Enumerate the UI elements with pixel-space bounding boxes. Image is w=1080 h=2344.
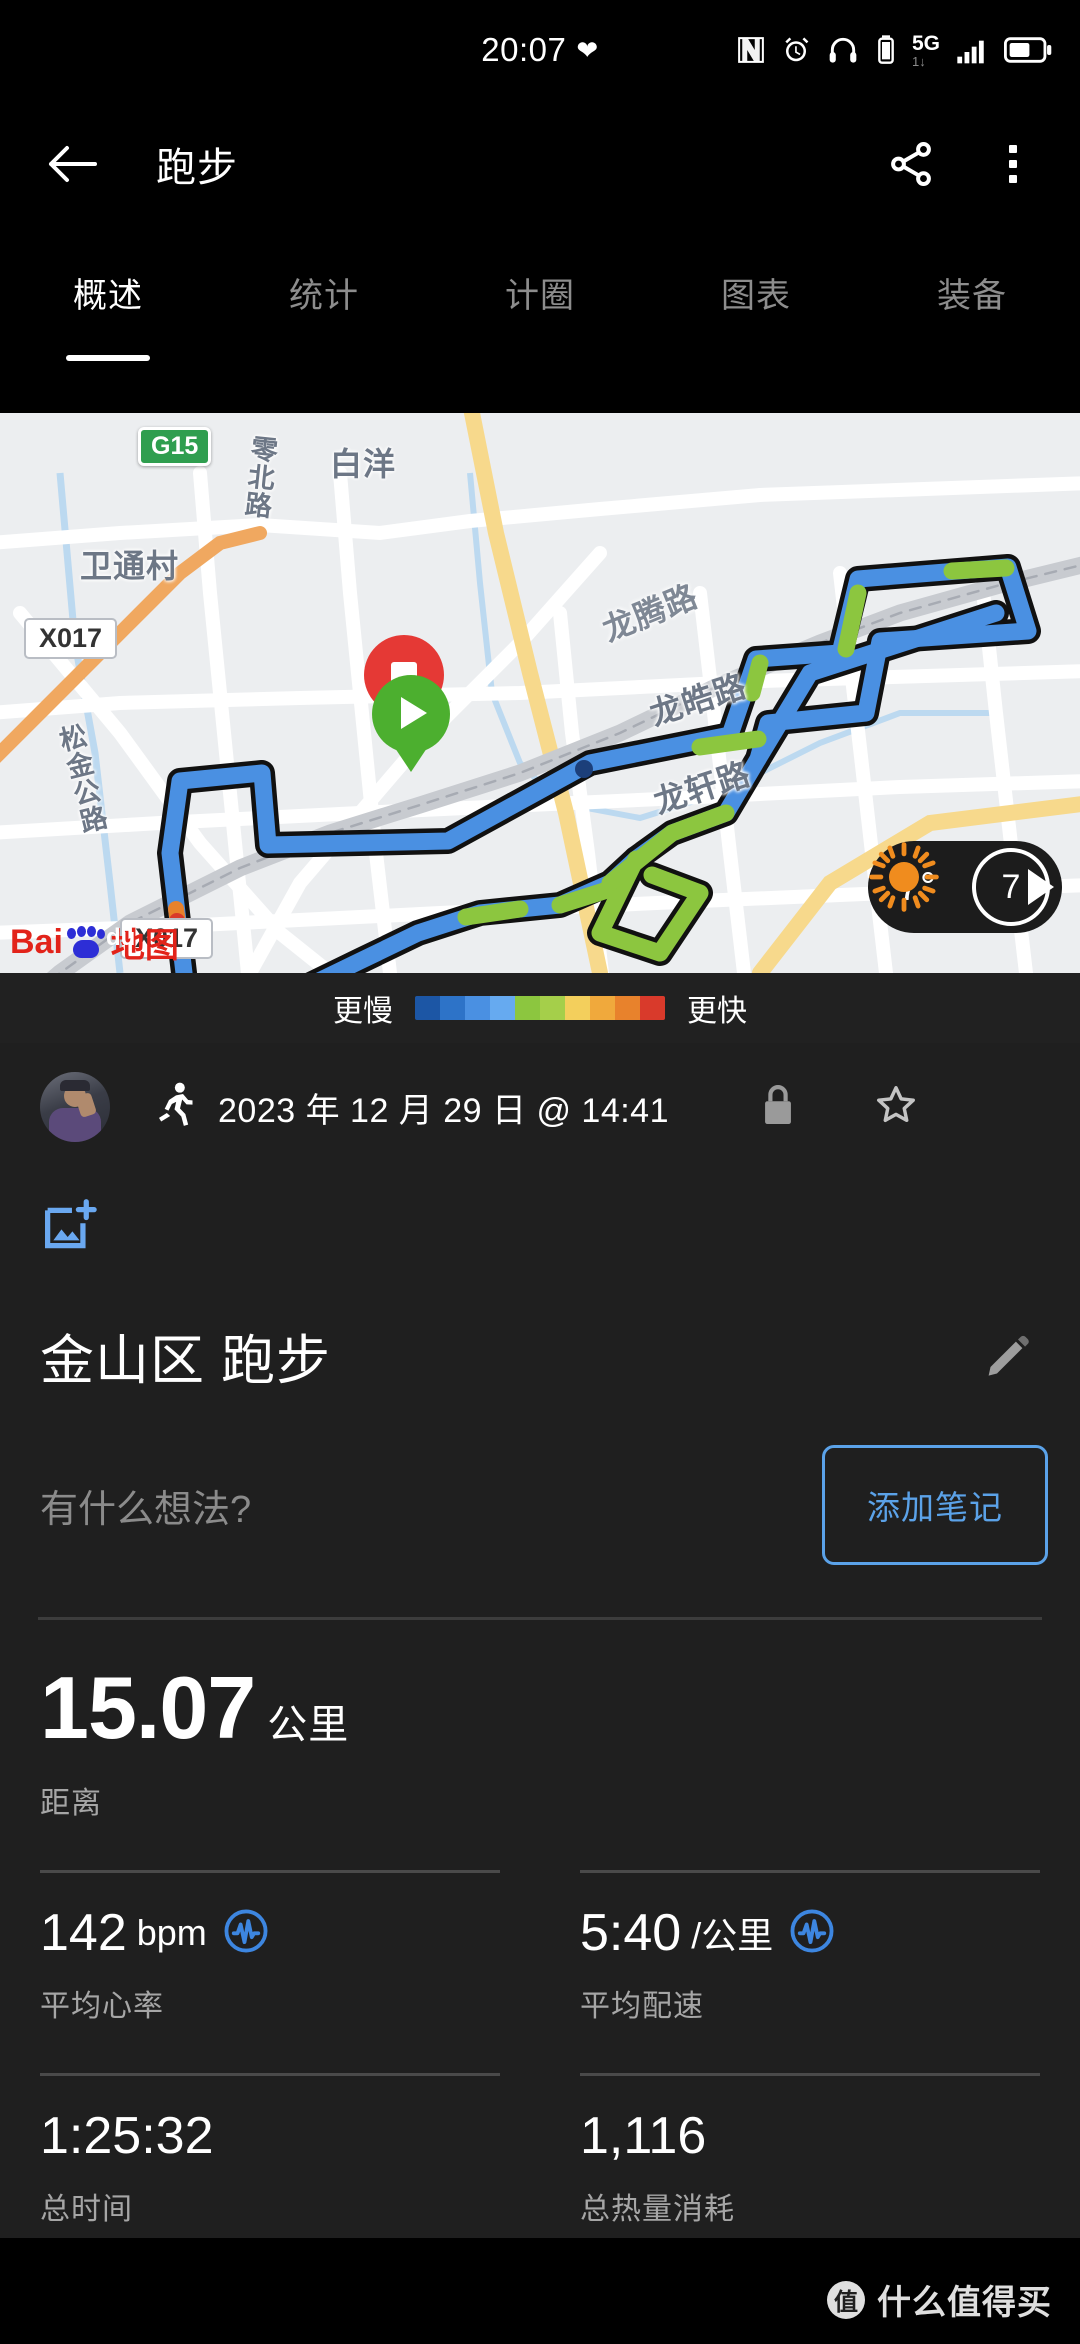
headphones-icon <box>826 34 860 66</box>
tab-gear[interactable]: 装备 <box>864 250 1080 317</box>
add-note-button[interactable]: 添加笔记 <box>822 1445 1048 1565</box>
tab-laps[interactable]: 计圈 <box>432 250 648 317</box>
app-bar: 跑步 <box>0 100 1080 228</box>
running-icon <box>154 1081 194 1134</box>
activity-title-row: 金山区 跑步 <box>0 1264 1080 1395</box>
stat-grid-row-2: 1:25:32 总时间 1,116 总热量消耗 <box>0 2025 1080 2228</box>
notes-placeholder[interactable]: 有什么想法? <box>40 1478 822 1533</box>
map-label-weitongcun: 卫通村 <box>80 548 180 584</box>
stat-distance-unit: 公里 <box>267 1703 350 1747</box>
notes-row: 有什么想法? 添加笔记 <box>0 1395 1080 1565</box>
heart-rate-icon <box>789 1908 835 1959</box>
baidu-text-1: Bai <box>10 923 63 961</box>
tab-label: 装备 <box>937 277 1007 315</box>
tab-statistics[interactable]: 统计 <box>216 250 432 317</box>
stat-avg-heart-rate: 142 bpm 平均心率 <box>0 1822 540 2025</box>
tab-overview[interactable]: 概述 <box>0 250 216 361</box>
stat-total-calories-value: 1,116 <box>580 2107 707 2165</box>
watermark-text: 什么值得买 <box>877 2284 1052 2322</box>
tab-label: 计圈 <box>505 277 575 315</box>
stat-avg-heart-rate-value: 142 <box>40 1904 127 1962</box>
wind-indicator: 7 <box>972 848 1054 926</box>
stat-grid-row-1: 142 bpm 平均心率 5:40 /公里 平均配速 <box>0 1822 1080 2025</box>
tab-indicator <box>66 355 150 361</box>
wind-direction-arrow-icon <box>1028 869 1054 905</box>
divider <box>40 2073 500 2076</box>
tab-label: 图表 <box>721 277 791 315</box>
vibrate-icon <box>875 34 897 66</box>
map-label-baiyang: 白洋 <box>330 446 397 482</box>
app-bar-actions <box>874 127 1050 201</box>
route-map[interactable]: G15 零北路 白洋 卫通村 X017 松金公路 X017 龙皓路 龙轩路 龙腾… <box>0 413 1080 973</box>
back-arrow-icon[interactable] <box>34 125 112 203</box>
tab-label: 统计 <box>289 277 359 315</box>
stat-avg-pace-value: 5:40 <box>580 1904 682 1962</box>
stat-total-time-value: 1:25:32 <box>40 2107 214 2165</box>
more-vertical-icon[interactable] <box>976 127 1050 201</box>
pace-legend: 更慢 更快 <box>0 973 1080 1043</box>
star-outline-icon[interactable] <box>873 1082 919 1133</box>
weather-chip[interactable]: 7° 7 <box>867 841 1062 933</box>
status-bar-icons: 5G 1↓ <box>736 33 1052 68</box>
network-5g-icon: 5G 1↓ <box>911 31 940 69</box>
stat-distance: 15.07 公里 距离 <box>0 1620 1080 1822</box>
wind-value: 7 <box>1001 867 1021 906</box>
alarm-icon <box>781 34 811 66</box>
page-title: 跑步 <box>156 146 238 190</box>
tab-label: 概述 <box>73 277 143 315</box>
baidu-text-2: du <box>106 924 136 951</box>
add-photo-row <box>0 1171 1080 1264</box>
stat-distance-label: 距离 <box>40 1787 102 1820</box>
divider <box>580 1870 1040 1873</box>
stat-avg-pace-label: 平均配速 <box>580 1990 704 2023</box>
stat-total-time: 1:25:32 总时间 <box>0 2025 540 2228</box>
stat-total-calories-label: 总热量消耗 <box>580 2193 735 2226</box>
tab-charts[interactable]: 图表 <box>648 250 864 317</box>
heart-rate-icon <box>223 1908 269 1959</box>
legend-gradient-bar <box>415 996 665 1020</box>
map-attribution: Bai du 地图 <box>10 918 179 967</box>
baidu-paw-icon <box>65 925 107 960</box>
stat-total-time-label: 总时间 <box>40 2193 133 2226</box>
lock-icon[interactable] <box>759 1082 797 1133</box>
play-marker-icon[interactable] <box>372 675 450 772</box>
stat-avg-heart-rate-unit: bpm <box>136 1912 207 1953</box>
heart-icon: ❤ <box>576 35 599 65</box>
stat-total-calories: 1,116 总热量消耗 <box>540 2025 1080 2228</box>
road-box-x017-top: X017 <box>24 618 118 659</box>
add-photo-icon[interactable] <box>40 1199 102 1263</box>
activity-date: 2023 年 12 月 29 日 @ 14:41 <box>218 1091 669 1130</box>
watermark: 值 什么值得买 <box>827 2275 1052 2324</box>
pencil-icon[interactable] <box>976 1324 1040 1388</box>
activity-title: 金山区 跑步 <box>40 1331 332 1391</box>
signal-bars-icon <box>955 34 989 66</box>
legend-faster-label: 更快 <box>687 995 747 1028</box>
battery-icon <box>1004 35 1052 65</box>
nfc-icon <box>736 34 766 66</box>
smzdm-logo-icon: 值 <box>827 2280 865 2319</box>
stat-distance-value: 15.07 <box>40 1658 256 1757</box>
tab-bar: 概述 统计 计圈 图表 装备 <box>0 228 1080 413</box>
highway-shield-g15: G15 <box>138 427 212 466</box>
stat-avg-pace: 5:40 /公里 平均配速 <box>540 1822 1080 2025</box>
status-bar: 20:07 ❤ 5G 1↓ <box>0 0 1080 100</box>
status-bar-time: 20:07 <box>481 31 567 68</box>
activity-details: 2023 年 12 月 29 日 @ 14:41 金山区 跑步 有什么想法? 添… <box>0 1043 1080 2238</box>
stat-avg-heart-rate-label: 平均心率 <box>40 1990 164 2023</box>
share-icon[interactable] <box>874 127 948 201</box>
legend-slower-label: 更慢 <box>333 995 393 1028</box>
divider <box>40 1870 500 1873</box>
activity-meta-row: 2023 年 12 月 29 日 @ 14:41 <box>0 1043 1080 1171</box>
divider <box>580 2073 1040 2076</box>
user-avatar[interactable] <box>40 1072 110 1142</box>
stat-avg-pace-unit: /公里 <box>691 1915 774 1956</box>
